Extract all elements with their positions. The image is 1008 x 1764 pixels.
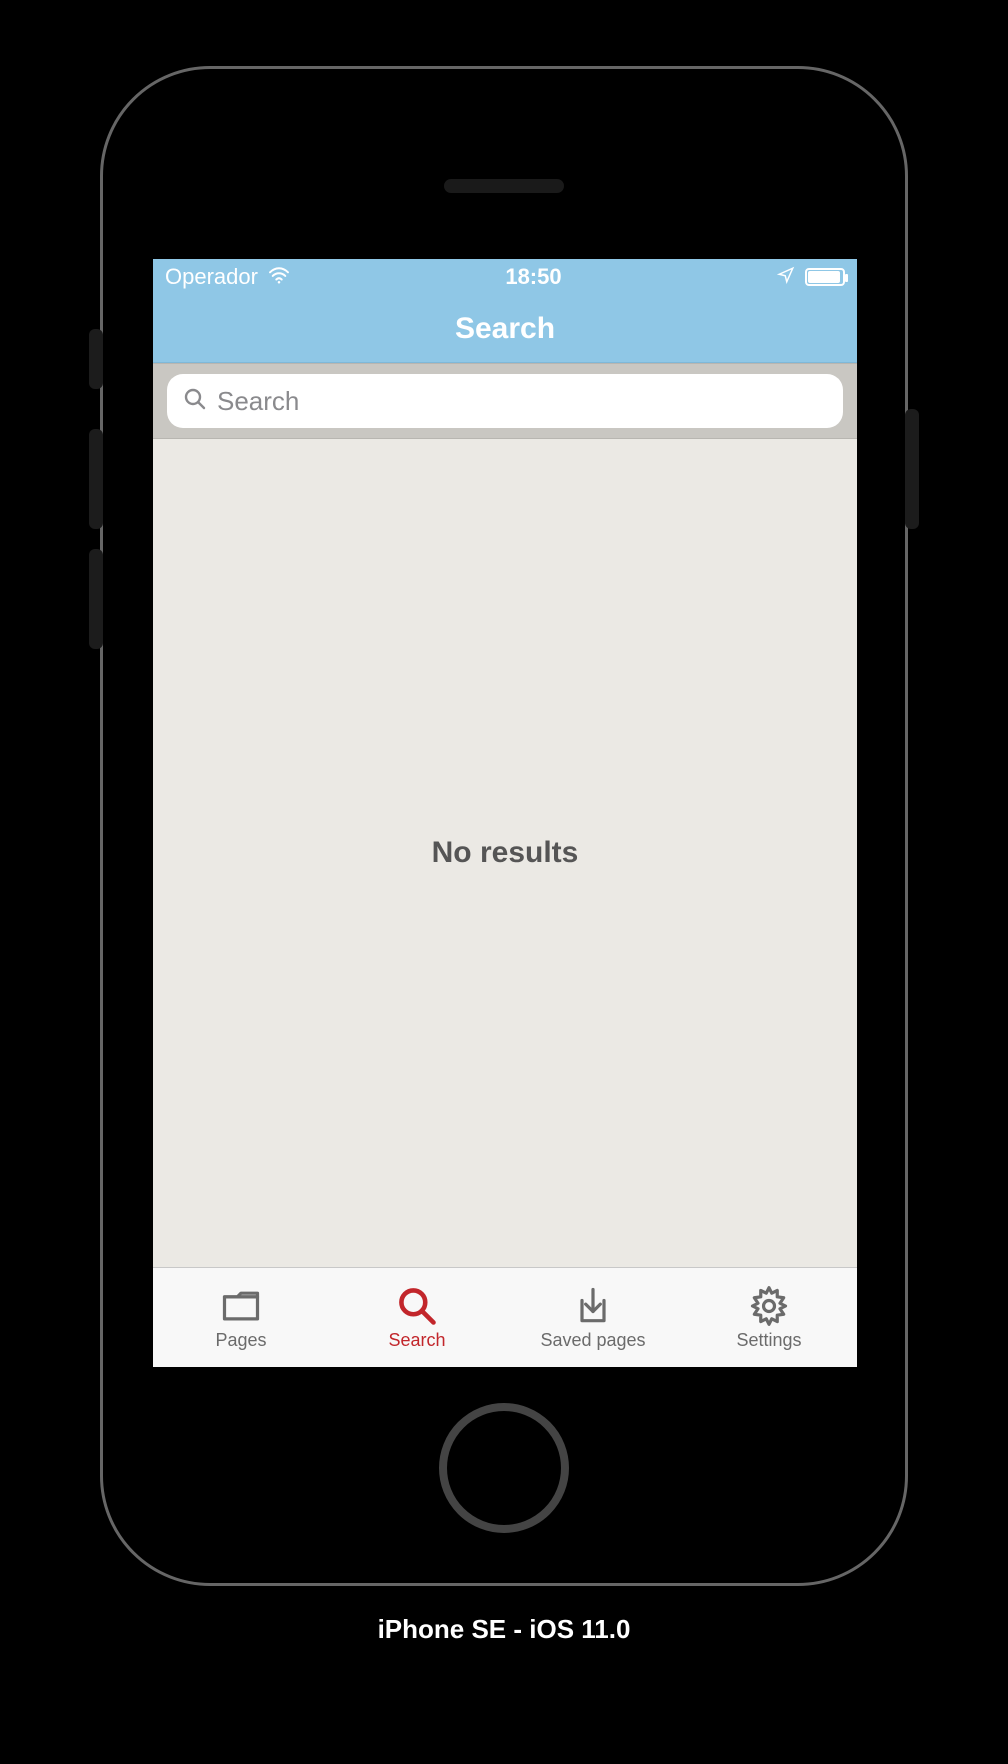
phone-speaker [444,179,564,193]
search-icon [395,1284,439,1328]
tab-saved-pages[interactable]: Saved pages [505,1268,681,1367]
empty-state-label: No results [432,836,579,870]
tab-label: Saved pages [540,1330,645,1351]
status-bar-left: Operador [165,264,290,290]
carrier-label: Operador [165,264,258,290]
location-icon [777,264,795,290]
search-icon [183,387,207,416]
status-bar-right [777,264,845,290]
device-caption: iPhone SE - iOS 11.0 [0,1614,1008,1645]
status-bar-time: 18:50 [505,264,561,290]
download-icon [571,1284,615,1328]
folder-icon [219,1284,263,1328]
status-bar: Operador 18:50 [153,259,857,295]
tab-search[interactable]: Search [329,1268,505,1367]
phone-volume-up [89,429,103,529]
search-input[interactable] [217,386,827,417]
gear-icon [747,1284,791,1328]
phone-volume-down [89,549,103,649]
tab-label: Settings [736,1330,801,1351]
tab-pages[interactable]: Pages [153,1268,329,1367]
tab-bar: Pages Search [153,1267,857,1367]
phone-power-button [905,409,919,529]
tab-label: Search [388,1330,445,1351]
tab-settings[interactable]: Settings [681,1268,857,1367]
phone-mute-switch [89,329,103,389]
results-area: No results [153,439,857,1267]
phone-screen: Operador 18:50 [153,259,857,1367]
search-field[interactable] [167,374,843,428]
phone-home-button[interactable] [439,1403,569,1533]
navigation-bar: Search [153,295,857,363]
wifi-icon [268,264,290,290]
search-bar-container [153,363,857,439]
page-title: Search [455,312,555,346]
tab-label: Pages [215,1330,266,1351]
battery-icon [805,268,845,286]
phone-frame: Operador 18:50 [100,66,908,1586]
